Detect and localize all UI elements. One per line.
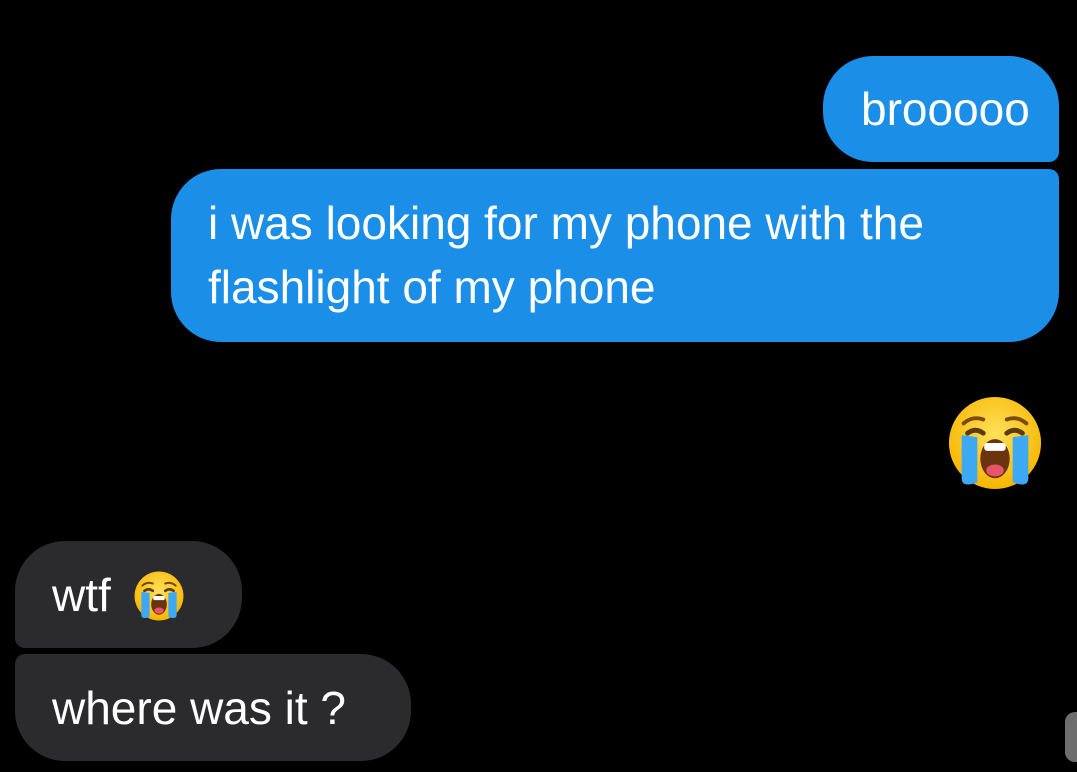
message-text: where was it ? — [52, 682, 347, 734]
message-text: brooooo — [861, 83, 1030, 135]
sent-message-bubble[interactable]: brooooo — [823, 56, 1059, 162]
sent-message-bubble[interactable]: i was looking for my phone with the flas… — [171, 169, 1059, 342]
received-message-bubble[interactable]: wtf — [15, 541, 242, 648]
loudly-crying-face-icon — [134, 571, 184, 621]
loudly-crying-face-icon[interactable] — [946, 394, 1044, 492]
message-text: i was looking for my phone with the flas… — [208, 197, 924, 313]
message-text: wtf — [52, 569, 111, 621]
avatar[interactable] — [1065, 712, 1077, 762]
received-message-bubble[interactable]: where was it ? — [15, 654, 411, 761]
